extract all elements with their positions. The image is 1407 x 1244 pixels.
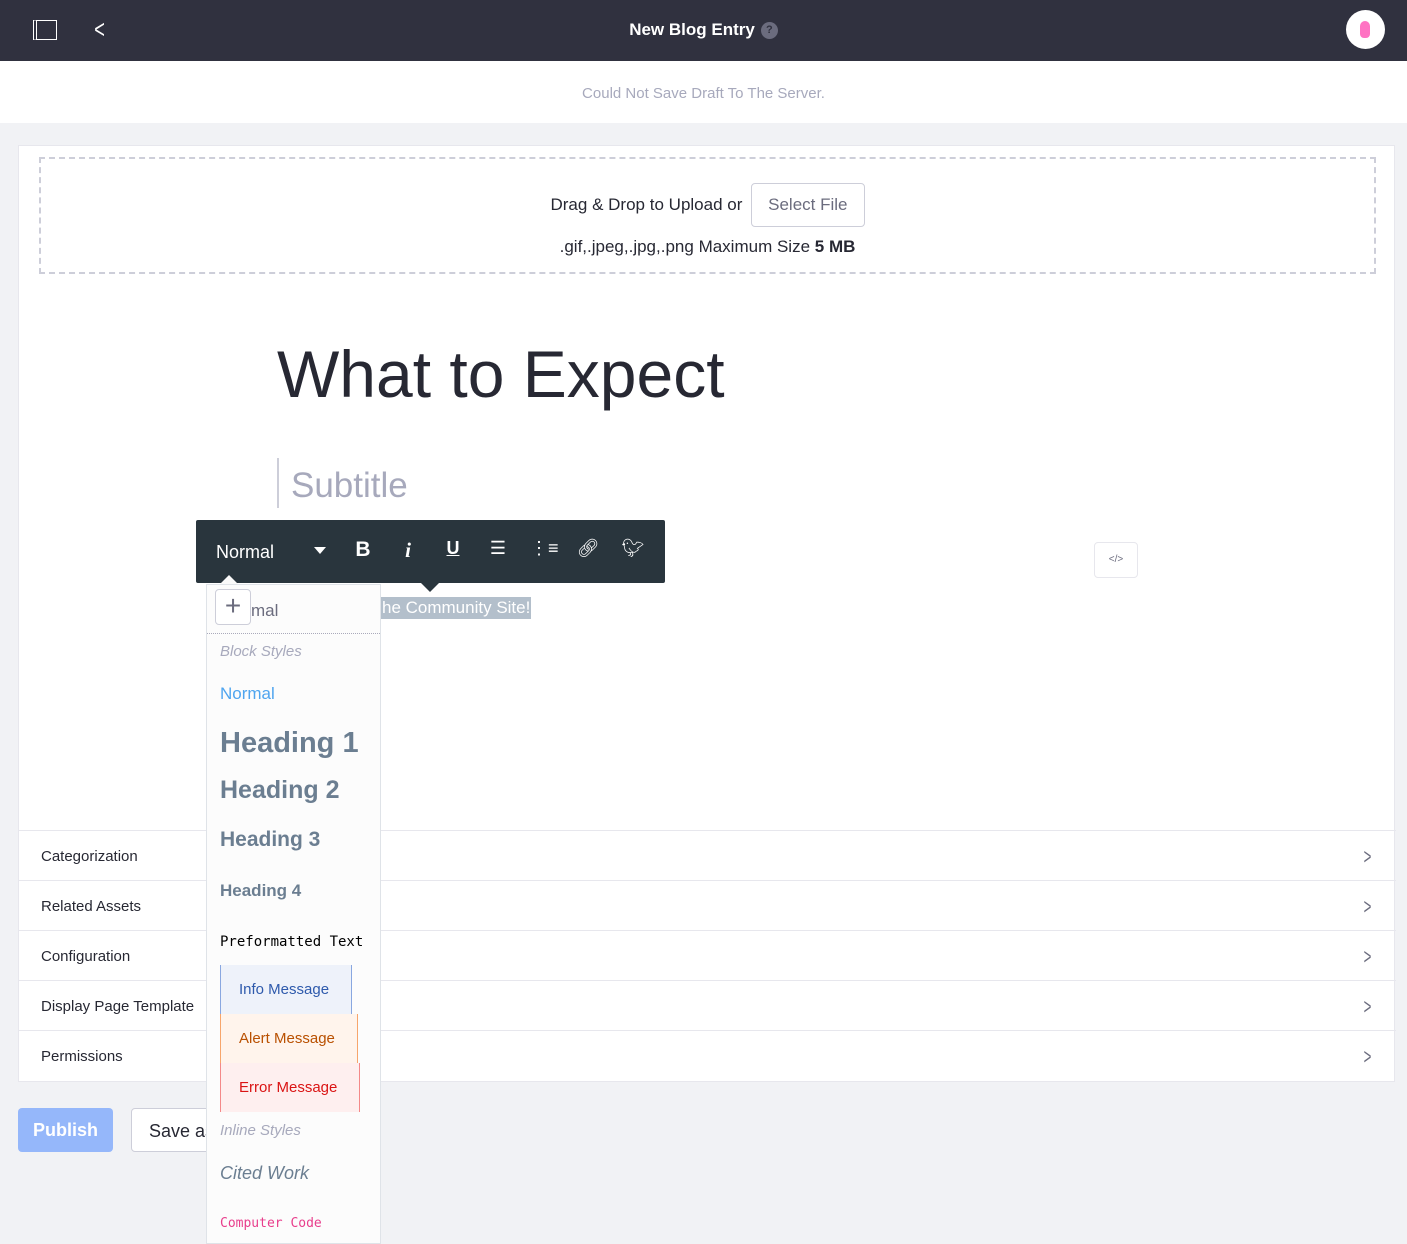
t: & bbox=[592, 195, 604, 214]
help-icon[interactable]: ? bbox=[760, 22, 778, 40]
block-styles-heading: Block Styles bbox=[220, 643, 302, 660]
caret-down-icon[interactable] bbox=[314, 547, 326, 554]
max-size-value: 5 MB bbox=[814, 237, 856, 256]
toolbar-pointer bbox=[421, 583, 439, 592]
upload-constraints: .gif,.jpeg,.jpg,.png Maximum Size 5 MB bbox=[41, 237, 1374, 257]
style-heading-4[interactable]: Heading 4 bbox=[220, 881, 301, 901]
code-view-button[interactable]: </> bbox=[1094, 542, 1138, 578]
dropdown-pointer bbox=[220, 575, 238, 584]
style-heading-3[interactable]: Heading 3 bbox=[220, 828, 320, 852]
block-style-dropdown: + mal Block Styles Normal Heading 1 Head… bbox=[206, 584, 381, 1244]
bold-icon[interactable]: B bbox=[350, 538, 376, 562]
chevron-right-icon: > bbox=[1363, 994, 1372, 1019]
file-types: .gif,.jpeg,.jpg,.png bbox=[559, 237, 694, 256]
style-alert-message[interactable]: Alert Message bbox=[220, 1014, 358, 1063]
panel-label: Related Assets bbox=[41, 898, 142, 915]
style-computer-code[interactable]: Computer Code bbox=[220, 1216, 322, 1231]
page-title-text: New Blog Entry bbox=[629, 20, 755, 39]
style-normal[interactable]: Normal bbox=[220, 684, 275, 704]
draft-status-message: Could Not Save Draft To The Server. bbox=[0, 61, 1407, 123]
panel-label: Permissions bbox=[41, 1048, 123, 1065]
style-error-message[interactable]: Error Message bbox=[220, 1063, 360, 1112]
panel-label: Display Page Template bbox=[41, 998, 195, 1015]
t: to bbox=[649, 195, 664, 214]
formatting-toolbar: Normal B i U ☰ ⋮≡ 🔗︎ 🐦︎ bbox=[196, 520, 665, 583]
panel-label: Configuration bbox=[41, 948, 131, 965]
link-icon[interactable]: 🔗︎ bbox=[575, 538, 601, 559]
style-heading-2[interactable]: Heading 2 bbox=[220, 776, 339, 805]
plus-icon[interactable]: + bbox=[215, 589, 251, 625]
underline-icon[interactable]: U bbox=[440, 538, 466, 559]
t: or bbox=[727, 195, 743, 214]
t: Drag bbox=[550, 195, 588, 214]
max-size-label: Maximum Size bbox=[698, 237, 811, 256]
subtitle-input[interactable]: Subtitle bbox=[277, 458, 408, 508]
top-bar: < New Blog Entry? bbox=[0, 0, 1407, 61]
style-preformatted[interactable]: Preformatted Text bbox=[220, 934, 363, 950]
upload-dropzone[interactable]: Drag & Drop to Upload or Select File .gi… bbox=[39, 157, 1376, 274]
avatar[interactable] bbox=[1346, 10, 1385, 49]
style-cited-work[interactable]: Cited Work bbox=[220, 1163, 309, 1184]
format-select[interactable]: Normal bbox=[216, 542, 274, 563]
panel-label: Categorization bbox=[41, 848, 138, 865]
chevron-right-icon: > bbox=[1363, 1044, 1372, 1069]
ordered-list-icon[interactable]: ☰ bbox=[485, 538, 511, 559]
page-title: New Blog Entry? bbox=[0, 20, 1407, 40]
entry-title[interactable]: What to Expect bbox=[277, 336, 725, 412]
chevron-right-icon: > bbox=[1363, 844, 1372, 869]
selected-content-text[interactable]: he Community Site! bbox=[381, 597, 532, 619]
style-info-message[interactable]: Info Message bbox=[220, 965, 352, 1014]
chevron-right-icon: > bbox=[1363, 894, 1372, 919]
t: Upload bbox=[668, 195, 723, 214]
italic-icon[interactable]: i bbox=[395, 538, 421, 563]
publish-button[interactable]: Publish bbox=[18, 1108, 113, 1152]
style-heading-1[interactable]: Heading 1 bbox=[220, 727, 359, 760]
dropzone-instructions: Drag & Drop to Upload or Select File bbox=[41, 183, 1374, 227]
t: Drop bbox=[608, 195, 646, 214]
inline-styles-heading: Inline Styles bbox=[220, 1122, 301, 1139]
twitter-icon[interactable]: 🐦︎ bbox=[620, 538, 646, 559]
chevron-right-icon: > bbox=[1363, 944, 1372, 969]
select-file-button[interactable]: Select File bbox=[751, 183, 865, 227]
unordered-list-icon[interactable]: ⋮≡ bbox=[530, 538, 559, 559]
